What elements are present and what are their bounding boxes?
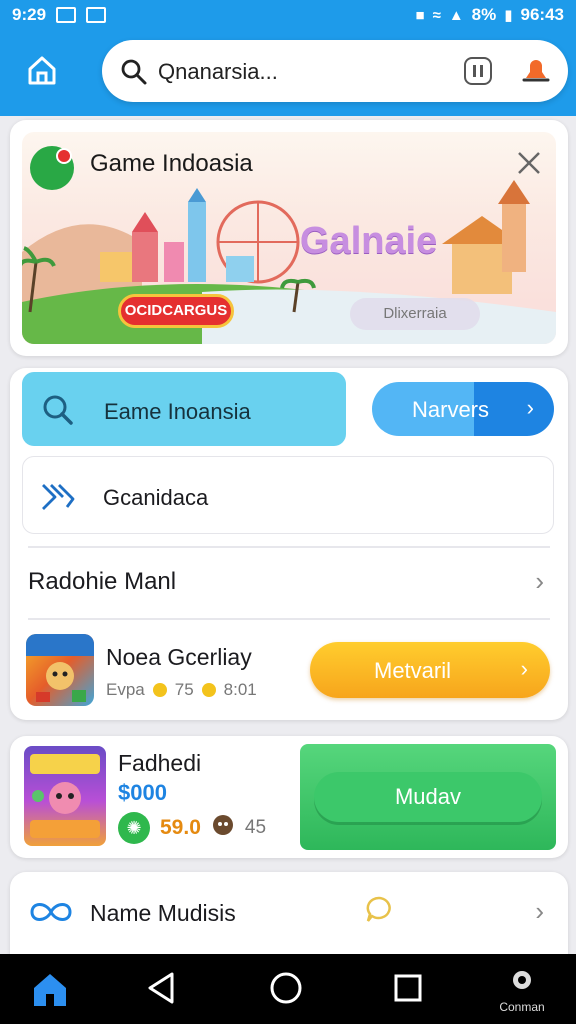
battery-icon: ▮ bbox=[504, 7, 513, 24]
close-icon[interactable] bbox=[516, 150, 542, 176]
system-nav-bar: Conman bbox=[0, 954, 576, 1024]
search-icon bbox=[120, 58, 148, 91]
banner-brand: Galnaie bbox=[300, 220, 438, 262]
main-card: Eame Inoansia Narvers › Gcanidaca Radohi… bbox=[10, 368, 568, 720]
wifi-icon: ≈ bbox=[432, 6, 441, 24]
battery-percent: 8% bbox=[471, 5, 497, 24]
notification-icon[interactable] bbox=[520, 54, 552, 86]
game-action-label: Metvaril bbox=[374, 658, 452, 683]
avatar-icon bbox=[211, 813, 235, 843]
offer-name: Fadhedi bbox=[118, 750, 202, 776]
offer-meta: ✺ 59.0 45 bbox=[118, 812, 266, 844]
settings-label: Conman bbox=[499, 1000, 545, 1014]
banner-secondary-button[interactable]: Dlixerraia bbox=[350, 298, 480, 330]
game-action-button[interactable]: Metvaril › bbox=[310, 642, 550, 698]
top-bar: 9:29 ■ ≈ ▲ 8% ▮ 96:43 Qnanarsia... bbox=[0, 0, 576, 116]
search-icon bbox=[42, 394, 74, 431]
banner-promo-button[interactable]: OCIDCARGUS bbox=[118, 294, 234, 328]
section-title[interactable]: Radohie Manl bbox=[28, 568, 176, 596]
game-meta: Evpa 75 8:01 bbox=[106, 680, 257, 700]
app-logo-icon bbox=[30, 146, 74, 190]
divider bbox=[28, 546, 550, 548]
home-icon[interactable] bbox=[30, 970, 70, 1013]
circle-home-icon[interactable] bbox=[268, 970, 304, 1011]
game-meta-value1: 75 bbox=[174, 680, 194, 699]
game-search-tile[interactable]: Eame Inoansia bbox=[22, 372, 346, 446]
game-name: Noea Gcerliay bbox=[106, 644, 252, 670]
recents-icon[interactable] bbox=[392, 970, 424, 1011]
divider bbox=[28, 618, 550, 620]
narvers-label: Narvers bbox=[412, 397, 490, 422]
offer-value1: 59.0 bbox=[160, 816, 201, 839]
banner-title: Game Indoasia bbox=[90, 150, 253, 177]
coin-icon bbox=[201, 683, 216, 697]
gear-icon: ✺ bbox=[118, 812, 150, 844]
status-clock: 96:43 bbox=[520, 5, 564, 24]
status-time: 9:29 bbox=[12, 5, 47, 24]
chevron-right-icon[interactable]: › bbox=[535, 566, 544, 597]
search-bar[interactable]: Qnanarsia... bbox=[102, 40, 568, 102]
offer-price: $000 bbox=[118, 780, 167, 805]
chat-bubble-icon[interactable] bbox=[364, 894, 394, 929]
offer-card: Fadhedi $000 ✺ 59.0 45 Mudav bbox=[10, 736, 568, 858]
offer-value2: 45 bbox=[244, 817, 267, 838]
list-item-label: Name Mudisis bbox=[90, 900, 236, 926]
image-icon bbox=[56, 7, 77, 23]
banner-card: Game Indoasia Galnaie OCIDCARGUS Dlixerr… bbox=[10, 120, 568, 356]
game-meta-value2: 8:01 bbox=[223, 680, 257, 699]
settings-icon[interactable] bbox=[508, 966, 536, 999]
chevron-right-icon: › bbox=[526, 395, 534, 420]
offer-action-button[interactable]: Mudav bbox=[314, 772, 542, 822]
promo-banner[interactable]: Game Indoasia Galnaie OCIDCARGUS Dlixerr… bbox=[22, 132, 556, 344]
game-thumbnail[interactable] bbox=[26, 634, 94, 706]
status-bar: 9:29 ■ ≈ ▲ 8% ▮ 96:43 bbox=[0, 0, 576, 30]
search-tile-label: Eame Inoansia bbox=[104, 399, 251, 424]
infinity-icon bbox=[28, 898, 74, 931]
game-meta-label: Evpa bbox=[106, 680, 145, 699]
offer-action-panel: Mudav bbox=[300, 744, 556, 850]
category-row[interactable]: Gcanidaca bbox=[22, 456, 554, 534]
shield-icon: ■ bbox=[415, 6, 425, 24]
back-icon[interactable] bbox=[144, 970, 178, 1011]
chevron-right-icon: › bbox=[520, 656, 528, 681]
coin-icon bbox=[152, 683, 167, 697]
narvers-button[interactable]: Narvers › bbox=[372, 382, 554, 436]
category-label: Gcanidaca bbox=[103, 485, 209, 510]
chat-icon[interactable] bbox=[464, 57, 492, 85]
search-input[interactable]: Qnanarsia... bbox=[158, 59, 278, 85]
chevron-right-icon[interactable]: › bbox=[535, 896, 544, 927]
home-icon[interactable] bbox=[24, 52, 60, 88]
tools-icon bbox=[41, 481, 75, 516]
edit-icon bbox=[86, 7, 107, 23]
signal-icon: ▲ bbox=[448, 6, 464, 24]
offer-thumbnail[interactable] bbox=[24, 746, 106, 846]
